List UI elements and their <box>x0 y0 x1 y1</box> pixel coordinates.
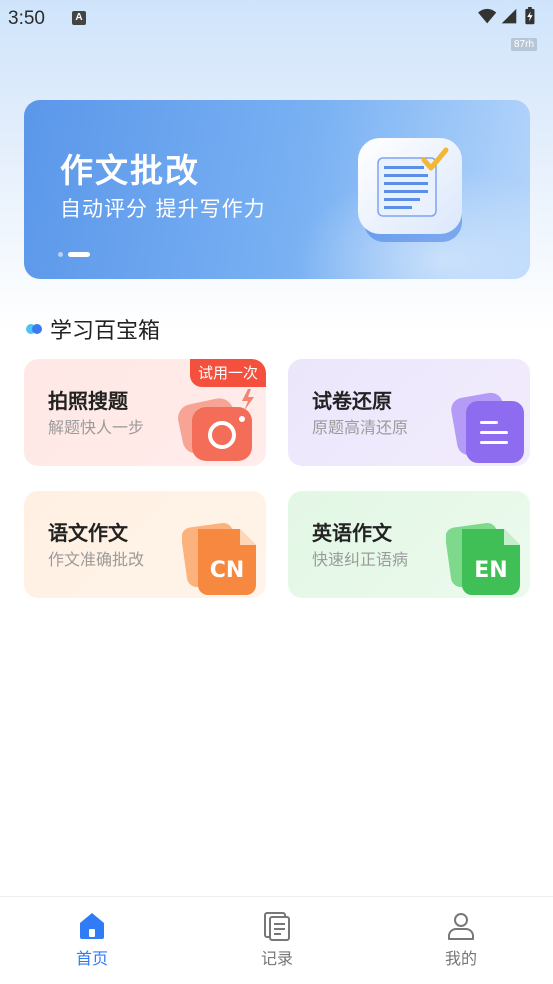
tool-card-paper-restore[interactable]: 试卷还原 原题高清还原 <box>288 359 530 466</box>
profile-icon <box>448 913 474 940</box>
en-icon-text: EN <box>474 558 507 583</box>
signal-icon <box>501 8 517 24</box>
promo-banner[interactable]: 作文批改 自动评分 提升写作力 <box>24 100 530 279</box>
document-check-icon <box>358 138 462 242</box>
nav-item-records[interactable]: 记录 <box>237 911 317 969</box>
camera-icon <box>178 389 254 461</box>
en-document-icon: EN <box>446 522 520 595</box>
trial-badge: 试用一次 <box>189 359 266 387</box>
section-title: 学习百宝箱 <box>50 319 161 344</box>
cn-document-icon: CN <box>182 522 256 595</box>
card-subtitle: 解题快人一步 <box>48 418 145 437</box>
bottom-nav: 首页 记录 我的 <box>0 896 553 984</box>
notification-a-icon: A <box>72 11 86 25</box>
banner-title: 作文批改 <box>60 151 200 190</box>
status-icons <box>478 7 535 25</box>
pagination-dot[interactable] <box>58 252 63 257</box>
status-time: 3:50 <box>8 8 45 29</box>
section-header: 学习百宝箱 <box>26 313 160 345</box>
battery-icon <box>525 7 535 25</box>
nav-label-profile: 我的 <box>444 949 477 968</box>
nav-label-home: 首页 <box>75 949 108 968</box>
banner-subtitle: 自动评分 提升写作力 <box>60 197 266 221</box>
section-dots-icon <box>26 324 42 334</box>
tool-card-english-essay[interactable]: 英语作文 快速纠正语病 EN <box>288 491 530 598</box>
banner-pagination <box>58 252 90 257</box>
card-subtitle: 快速纠正语病 <box>312 550 409 569</box>
tool-card-photo-search[interactable]: 拍照搜题 解题快人一步 试用一次 <box>24 359 266 466</box>
card-title: 英语作文 <box>312 521 392 545</box>
wifi-icon <box>478 8 497 24</box>
home-icon <box>80 913 104 939</box>
nav-item-home[interactable]: 首页 <box>52 911 132 969</box>
card-subtitle: 原题高清还原 <box>312 418 409 437</box>
card-title: 拍照搜题 <box>48 389 128 413</box>
records-icon <box>264 912 290 941</box>
nav-item-profile[interactable]: 我的 <box>421 911 501 969</box>
tool-card-chinese-essay[interactable]: 语文作文 作文准确批改 CN <box>24 491 266 598</box>
card-subtitle: 作文准确批改 <box>48 550 145 569</box>
cn-icon-text: CN <box>210 558 245 583</box>
card-title: 语文作文 <box>48 521 128 545</box>
nav-label-records: 记录 <box>260 949 293 968</box>
paper-restore-icon <box>451 392 524 463</box>
card-title: 试卷还原 <box>312 389 392 413</box>
pagination-dot-active[interactable] <box>68 252 90 257</box>
network-speed: 87rh <box>510 38 537 51</box>
status-bar: 3:50 A 87rh <box>0 0 553 51</box>
